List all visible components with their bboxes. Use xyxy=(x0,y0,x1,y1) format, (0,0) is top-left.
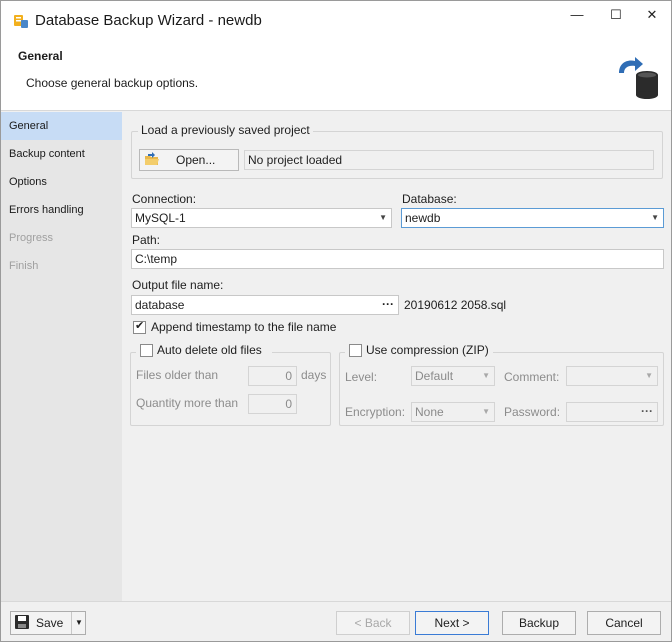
comment-label: Comment: xyxy=(504,370,560,384)
quantity-more-than-input: 0 xyxy=(248,394,297,414)
files-older-than-input: 0 xyxy=(248,366,297,386)
checkmark-icon: ✔ xyxy=(135,320,145,332)
wizard-header: General Choose general backup options. xyxy=(1,41,671,111)
page-subtitle: Choose general backup options. xyxy=(26,76,199,90)
wizard-footer: Save ▼ < Back Next > Backup Cancel xyxy=(1,601,671,641)
maximize-button[interactable]: ☐ xyxy=(602,7,630,23)
page-title: General xyxy=(18,49,63,63)
chevron-down-icon: ▼ xyxy=(482,407,490,416)
sidebar-item-errors-handling[interactable]: Errors handling xyxy=(1,196,122,224)
save-disk-icon xyxy=(15,615,29,629)
level-label: Level: xyxy=(345,370,378,384)
save-label: Save xyxy=(36,616,64,630)
comment-select: ▼ xyxy=(566,366,658,386)
wizard-steps-sidebar: General Backup content Options Errors ha… xyxy=(1,112,122,601)
cancel-button[interactable]: Cancel xyxy=(587,611,661,635)
open-folder-icon xyxy=(145,152,159,165)
project-status-field: No project loaded xyxy=(244,150,654,170)
output-file-name-label: Output file name: xyxy=(132,278,224,292)
encryption-select: None ▼ xyxy=(411,402,495,422)
quantity-more-than-label: Quantity more than xyxy=(136,396,239,410)
auto-delete-group xyxy=(130,352,331,426)
sidebar-item-general[interactable]: General xyxy=(1,112,122,140)
chevron-down-icon: ▼ xyxy=(482,371,490,380)
load-project-group-label: Load a previously saved project xyxy=(138,123,313,137)
save-button[interactable]: Save ▼ xyxy=(10,611,86,635)
backup-wizard-window: Database Backup Wizard - newdb — ☐ ✕ Gen… xyxy=(0,0,672,642)
database-value: newdb xyxy=(405,211,441,225)
chevron-down-icon: ▼ xyxy=(651,213,659,222)
title-bar: Database Backup Wizard - newdb — ☐ ✕ xyxy=(1,1,671,41)
chevron-down-icon: ▼ xyxy=(379,213,387,222)
output-file-name-value: database xyxy=(135,298,185,312)
connection-select[interactable]: MySQL-1 ▼ xyxy=(131,208,392,228)
append-timestamp-label: Append timestamp to the file name xyxy=(151,320,337,334)
password-label: Password: xyxy=(504,405,561,419)
sidebar-item-finish: Finish xyxy=(9,260,39,272)
auto-delete-label: Auto delete old files xyxy=(157,343,262,357)
password-input: ··· xyxy=(566,402,658,422)
browse-button[interactable]: ··· xyxy=(382,296,394,313)
output-file-name-input[interactable]: database ··· xyxy=(131,295,399,315)
database-select[interactable]: newdb ▼ xyxy=(401,208,664,228)
connection-label: Connection: xyxy=(132,192,197,206)
save-dropdown-chevron-icon[interactable]: ▼ xyxy=(75,612,83,634)
password-browse-button: ··· xyxy=(641,404,653,418)
database-backup-icon xyxy=(14,15,28,28)
sidebar-item-progress: Progress xyxy=(9,232,54,244)
files-older-than-label: Files older than xyxy=(136,368,219,382)
back-button: < Back xyxy=(336,611,410,635)
use-compression-checkbox[interactable] xyxy=(349,344,362,357)
use-compression-label: Use compression (ZIP) xyxy=(366,343,489,357)
encryption-value: None xyxy=(415,405,444,419)
path-label: Path: xyxy=(132,233,161,247)
close-button[interactable]: ✕ xyxy=(638,7,666,23)
auto-delete-checkbox[interactable] xyxy=(140,344,153,357)
path-input[interactable]: C:\temp xyxy=(131,249,664,269)
encryption-label: Encryption: xyxy=(345,405,406,419)
database-label: Database: xyxy=(402,192,457,206)
window-title: Database Backup Wizard - newdb xyxy=(35,12,262,29)
output-file-suffix: 20190612 2058.sql xyxy=(404,298,507,312)
general-page: Load a previously saved project Open... … xyxy=(122,112,671,601)
minimize-button[interactable]: — xyxy=(563,7,591,23)
append-timestamp-checkbox[interactable]: ✔ xyxy=(133,320,146,334)
next-button[interactable]: Next > xyxy=(415,611,489,635)
connection-value: MySQL-1 xyxy=(135,211,186,225)
level-value: Default xyxy=(415,369,454,383)
open-project-label: Open... xyxy=(176,153,216,167)
sidebar-item-options[interactable]: Options xyxy=(1,168,122,196)
sidebar-item-backup-content[interactable]: Backup content xyxy=(1,140,122,168)
backup-button[interactable]: Backup xyxy=(502,611,576,635)
chevron-down-icon: ▼ xyxy=(645,371,653,380)
level-select: Default ▼ xyxy=(411,366,495,386)
files-older-unit: days xyxy=(301,368,327,382)
split-divider xyxy=(71,612,72,634)
backup-database-icon xyxy=(619,57,658,99)
open-project-button[interactable]: Open... xyxy=(139,149,239,171)
